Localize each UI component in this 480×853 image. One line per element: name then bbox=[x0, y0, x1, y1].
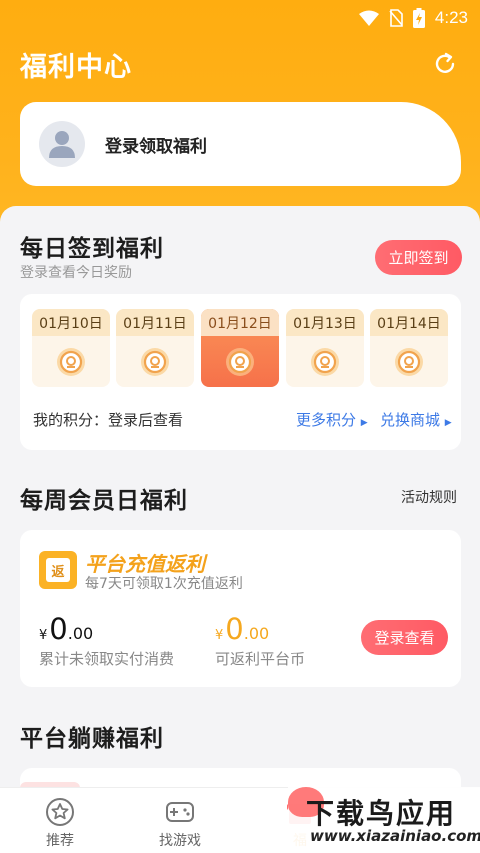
tab-label: 推荐 bbox=[46, 833, 74, 849]
amount-decimal: .00 bbox=[243, 624, 270, 643]
wifi-icon bbox=[358, 10, 379, 26]
login-prompt: 登录领取福利 bbox=[105, 136, 207, 157]
coin-icon bbox=[57, 348, 85, 376]
watermark-url: www.xiazainiao.com bbox=[310, 827, 480, 845]
login-view-button[interactable]: 登录查看 bbox=[361, 620, 448, 655]
exchange-store-label: 兑换商城 bbox=[380, 411, 441, 429]
activity-rules-link[interactable]: 活动规则 bbox=[401, 487, 457, 507]
points-label: 我的积分：登录后查看 bbox=[33, 411, 184, 429]
tab-label: 找游戏 bbox=[159, 833, 201, 849]
amount-integer: 0 bbox=[49, 612, 68, 646]
watermark-title: 下载鸟应用 bbox=[306, 797, 457, 830]
day-card[interactable]: 01月14日 bbox=[370, 309, 448, 387]
day-card[interactable]: 01月13日 bbox=[286, 309, 364, 387]
unclaimed-amount: ¥ 0 .00 bbox=[39, 612, 93, 646]
more-points-link[interactable]: 更多积分 ▶ bbox=[296, 409, 368, 430]
daily-calendar-card: 01月10日 01月11日 01月12日 01月13日 01月14日 我的积分：… bbox=[20, 294, 461, 450]
unclaimed-caption: 累计未领取实付消费 bbox=[39, 650, 175, 668]
battery-charging-icon bbox=[412, 8, 425, 28]
page-title: 福利中心 bbox=[20, 51, 132, 83]
day-card[interactable]: 01月11日 bbox=[116, 309, 194, 387]
currency-symbol: ¥ bbox=[39, 628, 48, 643]
currency-symbol: ¥ bbox=[215, 628, 224, 643]
more-points-label: 更多积分 bbox=[296, 411, 357, 429]
tab-find-game[interactable]: 找游戏 bbox=[120, 788, 240, 853]
no-sim-icon bbox=[389, 9, 403, 27]
coin-icon bbox=[226, 348, 254, 376]
day-label: 01月12日 bbox=[201, 309, 279, 336]
daily-section-title: 每日签到福利 bbox=[20, 236, 164, 262]
header: 福利中心 bbox=[20, 44, 460, 84]
caret-right-icon: ▶ bbox=[444, 418, 452, 428]
day-label: 01月10日 bbox=[32, 309, 110, 336]
exchange-store-link[interactable]: 兑换商城 ▶ bbox=[380, 409, 452, 430]
status-time: 4:23 bbox=[434, 8, 468, 27]
avatar bbox=[39, 121, 85, 167]
day-label: 01月11日 bbox=[116, 309, 194, 336]
status-bar: 4:23 bbox=[0, 0, 480, 36]
gamepad-icon bbox=[166, 802, 194, 822]
rebate-amount: ¥ 0 .00 bbox=[215, 612, 269, 646]
login-card[interactable]: 登录领取福利 bbox=[20, 102, 461, 186]
daily-section-subtitle: 登录查看今日奖励 bbox=[20, 265, 132, 281]
rebate-caption: 可返利平台币 bbox=[215, 650, 306, 668]
day-card[interactable]: 01月10日 bbox=[32, 309, 110, 387]
day-label: 01月14日 bbox=[370, 309, 448, 336]
refresh-icon[interactable] bbox=[430, 49, 460, 79]
lying-section-title: 平台躺赚福利 bbox=[20, 726, 164, 752]
coin-icon bbox=[311, 348, 339, 376]
rebate-badge-char: 返 bbox=[46, 558, 70, 582]
user-icon bbox=[49, 131, 75, 158]
amount-decimal: .00 bbox=[67, 624, 94, 643]
day-label: 01月13日 bbox=[286, 309, 364, 336]
sign-in-button[interactable]: 立即签到 bbox=[375, 240, 462, 275]
weekly-section-title: 每周会员日福利 bbox=[20, 488, 188, 514]
rebate-icon: 返 bbox=[39, 551, 77, 589]
day-card-today[interactable]: 01月12日 bbox=[201, 309, 279, 387]
coin-icon bbox=[141, 348, 169, 376]
caret-right-icon: ▶ bbox=[360, 418, 368, 428]
rebate-description: 每7天可领取1次充值返利 bbox=[85, 576, 243, 592]
recharge-rebate-card: 返 平台充值返利 每7天可领取1次充值返利 ¥ 0 .00 累计未领取实付消费 … bbox=[20, 530, 461, 687]
coin-icon bbox=[395, 348, 423, 376]
tab-recommend[interactable]: 推荐 bbox=[0, 788, 120, 853]
watermark-logo: 下载鸟应用 www.xiazainiao.com bbox=[288, 787, 480, 853]
amount-integer: 0 bbox=[225, 612, 244, 646]
star-icon bbox=[46, 798, 74, 826]
